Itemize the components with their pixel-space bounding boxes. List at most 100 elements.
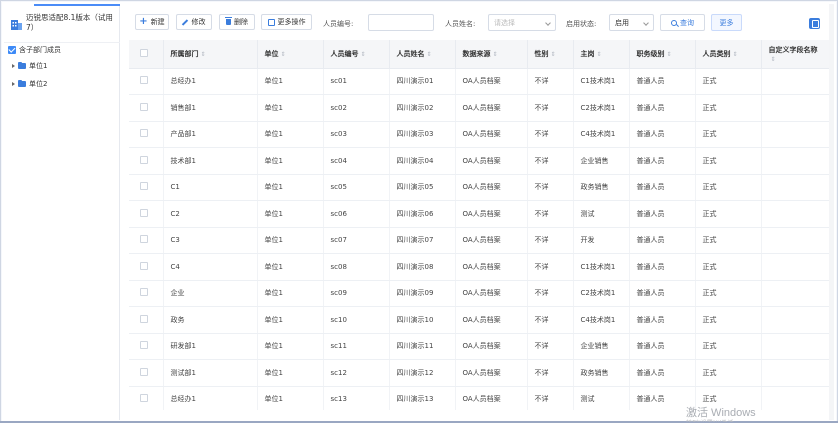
table-cell: 单位1 (257, 386, 324, 410)
tree-node-unit1[interactable]: 单位1 (12, 61, 47, 71)
row-checkbox[interactable] (140, 102, 148, 111)
table-cell: OA人员档案 (455, 200, 528, 228)
column-settings-icon[interactable] (809, 18, 820, 29)
sort-icon: ⇕ (492, 50, 498, 58)
table-cell: 四川演示11 (389, 333, 456, 360)
table-row[interactable]: C1 单位1 sc05 四川演示05 OA人员档案 不详 政务销售 普通人员 正式 (129, 174, 829, 201)
row-checkbox[interactable] (140, 394, 148, 403)
more-ops-button[interactable]: 更多操作 (261, 14, 312, 30)
column-header[interactable]: 职务级别 ⇕ (629, 40, 696, 69)
table-cell: 四川演示04 (389, 147, 456, 175)
table-row[interactable]: C2 单位1 sc06 四川演示06 OA人员档案 不详 测试 普通人员 正式 (129, 200, 829, 228)
column-header[interactable]: 性别 ⇕ (527, 40, 574, 69)
column-header[interactable]: 主岗 ⇕ (573, 40, 630, 69)
edit-button[interactable]: 修改 (176, 14, 212, 30)
sort-icon: ⇕ (280, 50, 286, 58)
table-cell: 不详 (527, 386, 574, 410)
table-cell: 单位1 (257, 306, 324, 334)
table-row[interactable]: 总经办1 单位1 sc01 四川演示01 OA人员档案 不详 C1技术岗1 普通人员 正式 (129, 68, 829, 95)
expand-caret-icon[interactable] (12, 64, 15, 68)
row-select-cell[interactable] (129, 386, 164, 410)
column-header[interactable]: 单位 ⇕ (257, 40, 324, 69)
table-cell: OA人员档案 (455, 94, 528, 122)
row-select-cell[interactable] (129, 306, 164, 334)
emp-no-input[interactable] (368, 14, 434, 31)
table-cell: OA人员档案 (455, 386, 528, 410)
table-cell: 单位1 (257, 280, 324, 307)
include-sub-dept-checkbox[interactable]: 含子部门成员 (8, 45, 61, 55)
table-cell: 正式 (695, 280, 762, 307)
table-cell: 企业销售 (573, 333, 630, 360)
row-select-cell[interactable] (129, 227, 164, 254)
row-checkbox[interactable] (140, 208, 148, 217)
column-header[interactable]: 人员编号 ⇕ (323, 40, 390, 69)
table-row[interactable]: 销售部1 单位1 sc02 四川演示02 OA人员档案 不详 C2技术岗1 普通人员 正式 (129, 94, 829, 122)
table-row[interactable]: 产品部1 单位1 sc03 四川演示03 OA人员档案 不详 C4技术岗1 普通人员 正式 (129, 121, 829, 148)
column-header[interactable]: 自定义字段名称 ⇕ (761, 40, 829, 69)
search-button[interactable]: 查询 (660, 14, 705, 31)
table-cell: sc05 (323, 174, 390, 201)
table-cell: 四川演示13 (389, 386, 456, 410)
table-row[interactable]: C3 单位1 sc07 四川演示07 OA人员档案 不详 开发 普通人员 正式 (129, 227, 829, 254)
table-row[interactable]: 研发部1 单位1 sc11 四川演示11 OA人员档案 不详 企业销售 普通人员 正式 (129, 333, 829, 360)
table-cell: C1技术岗1 (573, 68, 630, 95)
checkbox-checked-icon[interactable] (8, 46, 16, 54)
tree-node-unit2[interactable]: 单位2 (12, 79, 47, 89)
table-cell: 不详 (527, 94, 574, 122)
select-all-cell[interactable] (129, 40, 164, 69)
table-cell: sc12 (323, 359, 390, 387)
row-checkbox[interactable] (140, 261, 148, 270)
row-checkbox[interactable] (140, 314, 148, 323)
row-select-cell[interactable] (129, 359, 164, 387)
column-header[interactable]: 数据来源 ⇕ (455, 40, 528, 69)
row-checkbox[interactable] (140, 235, 148, 244)
table-cell: 四川演示03 (389, 121, 456, 148)
row-select-cell[interactable] (129, 333, 164, 360)
table-row[interactable]: C4 单位1 sc08 四川演示08 OA人员档案 不详 C1技术岗1 普通人员 正式 (129, 253, 829, 281)
row-select-cell[interactable] (129, 121, 164, 148)
new-button[interactable]: + 新建 (135, 14, 169, 30)
row-select-cell[interactable] (129, 68, 164, 95)
row-select-cell[interactable] (129, 200, 164, 228)
row-checkbox[interactable] (140, 367, 148, 376)
emp-name-select[interactable]: 请选择 (488, 14, 556, 31)
row-select-cell[interactable] (129, 147, 164, 175)
row-select-cell[interactable] (129, 253, 164, 281)
table-cell: C2技术岗1 (573, 280, 630, 307)
table-cell: 单位1 (257, 147, 324, 175)
table-cell: 不详 (527, 147, 574, 175)
divider (4, 42, 120, 43)
row-checkbox[interactable] (140, 155, 148, 164)
row-select-cell[interactable] (129, 94, 164, 122)
status-select[interactable]: 启用 (609, 14, 654, 31)
emp-name-label: 人员姓名: (445, 20, 476, 28)
row-select-cell[interactable] (129, 174, 164, 201)
table-row[interactable]: 测试部1 单位1 sc12 四川演示12 OA人员档案 不详 政务销售 普通人员 正式 (129, 359, 829, 387)
sort-icon: ⇕ (426, 50, 432, 58)
table-cell: C4技术岗1 (573, 306, 630, 334)
table-cell: OA人员档案 (455, 121, 528, 148)
column-header[interactable]: 人员姓名 ⇕ (389, 40, 456, 69)
include-sub-dept-label: 含子部门成员 (19, 46, 61, 54)
table-row[interactable]: 企业 单位1 sc09 四川演示09 OA人员档案 不详 C2技术岗1 普通人员 正式 (129, 280, 829, 307)
table-cell: 测试部1 (163, 359, 258, 387)
select-all-checkbox[interactable] (140, 48, 148, 57)
column-header[interactable]: 人员类别 ⇕ (695, 40, 762, 69)
vertical-scrollbar[interactable] (829, 4, 834, 420)
table-cell: 正式 (695, 94, 762, 122)
table-cell: 正式 (695, 200, 762, 228)
delete-button[interactable]: 删除 (219, 14, 255, 30)
windows-activation-subtext: 转到"设置"以激活 Windows。 (686, 418, 766, 422)
more-filter-button[interactable]: 更多 (711, 14, 742, 31)
row-checkbox[interactable] (140, 182, 148, 191)
table-row[interactable]: 技术部1 单位1 sc04 四川演示04 OA人员档案 不详 企业销售 普通人员 正式 (129, 147, 829, 175)
row-checkbox[interactable] (140, 288, 148, 297)
table-row[interactable]: 政务 单位1 sc10 四川演示10 OA人员档案 不详 C4技术岗1 普通人员 正式 (129, 306, 829, 334)
row-checkbox[interactable] (140, 129, 148, 138)
row-select-cell[interactable] (129, 280, 164, 307)
column-header[interactable]: 所属部门 ⇕ (163, 40, 258, 69)
row-checkbox[interactable] (140, 76, 148, 85)
table-cell: 普通人员 (629, 227, 696, 254)
row-checkbox[interactable] (140, 341, 148, 350)
expand-caret-icon[interactable] (12, 82, 15, 86)
